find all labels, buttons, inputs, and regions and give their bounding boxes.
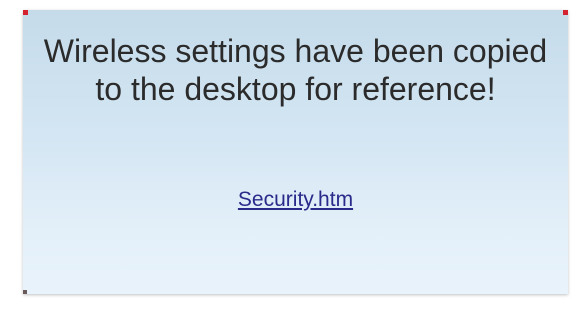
corner-accent-top-left [23, 10, 28, 15]
security-file-link[interactable]: Security.htm [238, 188, 353, 211]
corner-accent-top-right [563, 10, 568, 15]
corner-accent-bottom-left [23, 290, 27, 294]
notification-message: Wireless settings have been copied to th… [43, 33, 548, 107]
link-container: Security.htm [23, 187, 568, 213]
notification-panel: Wireless settings have been copied to th… [23, 10, 568, 294]
